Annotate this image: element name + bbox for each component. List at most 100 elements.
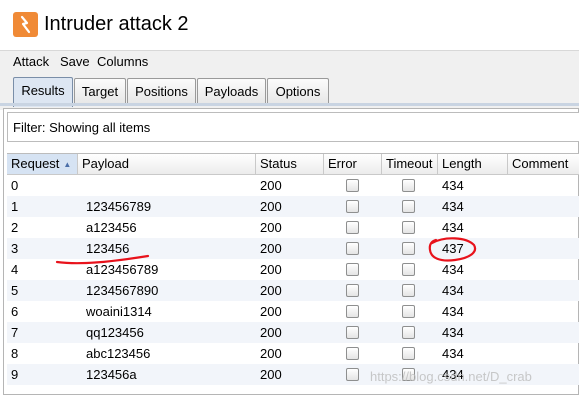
column-header-comment[interactable]: Comment <box>508 154 579 174</box>
payload-cell: 123456 <box>86 241 130 256</box>
watermark-text: https://blog.csdn.net/D_crab <box>370 369 532 384</box>
status-cell: 200 <box>260 178 282 193</box>
status-cell: 200 <box>260 262 282 277</box>
table-row[interactable]: 1 123456789 200 434 <box>7 196 579 217</box>
tab-options[interactable]: Options <box>267 78 329 105</box>
menu-attack[interactable]: Attack <box>13 54 49 70</box>
error-checkbox[interactable] <box>346 263 359 276</box>
error-checkbox[interactable] <box>346 284 359 297</box>
length-cell: 434 <box>442 178 464 193</box>
length-cell: 434 <box>442 325 464 340</box>
burp-intruder-icon <box>13 12 38 37</box>
error-checkbox[interactable] <box>346 347 359 360</box>
payload-cell: a123456789 <box>86 262 159 277</box>
request-cell: 4 <box>11 262 19 277</box>
error-checkbox[interactable] <box>346 200 359 213</box>
tab-payloads[interactable]: Payloads <box>197 78 266 105</box>
length-cell: 434 <box>442 262 464 277</box>
sort-ascending-icon: ▲ <box>63 160 72 169</box>
table-header: Request ▲ Payload Status Error Timeout Le… <box>7 154 579 175</box>
payload-cell: a123456 <box>86 220 137 235</box>
timeout-checkbox[interactable] <box>402 326 415 339</box>
request-cell: 3 <box>11 241 19 256</box>
window-titlebar: Intruder attack 2 <box>0 0 579 50</box>
length-cell: 434 <box>442 283 464 298</box>
filter-label: Filter: Showing all items <box>13 120 151 135</box>
request-cell: 1 <box>11 199 19 214</box>
timeout-checkbox[interactable] <box>402 200 415 213</box>
length-cell: 434 <box>442 199 464 214</box>
comment-cell <box>508 196 512 217</box>
status-cell: 200 <box>260 241 282 256</box>
request-cell: 5 <box>11 283 19 298</box>
error-checkbox[interactable] <box>346 179 359 192</box>
column-header-length[interactable]: Length <box>438 154 508 174</box>
column-header-label: Request <box>11 156 60 171</box>
table-row[interactable]: 2 a123456 200 434 <box>7 217 579 238</box>
request-cell: 7 <box>11 325 19 340</box>
menu-save[interactable]: Save <box>60 54 90 70</box>
payload-cell: 123456a <box>86 367 137 382</box>
status-cell: 200 <box>260 220 282 235</box>
request-cell: 6 <box>11 304 19 319</box>
error-checkbox[interactable] <box>346 305 359 318</box>
window-title: Intruder attack 2 <box>44 13 189 35</box>
error-checkbox[interactable] <box>346 221 359 234</box>
timeout-checkbox[interactable] <box>402 221 415 234</box>
error-checkbox[interactable] <box>346 326 359 339</box>
table-row[interactable]: 7 qq123456 200 434 <box>7 322 579 343</box>
timeout-checkbox[interactable] <box>402 179 415 192</box>
results-table: Request ▲ Payload Status Error Timeout Le… <box>7 153 579 395</box>
comment-cell <box>508 343 512 364</box>
payload-cell: abc123456 <box>86 346 151 361</box>
error-checkbox[interactable] <box>346 368 359 381</box>
timeout-checkbox[interactable] <box>402 263 415 276</box>
request-cell: 9 <box>11 367 19 382</box>
comment-cell <box>508 238 512 259</box>
column-header-request[interactable]: Request ▲ <box>7 154 78 174</box>
comment-cell <box>508 217 512 238</box>
table-row[interactable]: 3 123456 200 437 <box>7 238 579 259</box>
table-row[interactable]: 8 abc123456 200 434 <box>7 343 579 364</box>
comment-cell <box>508 322 512 343</box>
length-cell: 434 <box>442 220 464 235</box>
comment-cell <box>508 301 512 322</box>
comment-cell <box>508 175 512 196</box>
comment-cell <box>508 280 512 301</box>
status-cell: 200 <box>260 283 282 298</box>
table-row[interactable]: 0 200 434 <box>7 175 579 196</box>
tab-target[interactable]: Target <box>74 78 126 105</box>
timeout-checkbox[interactable] <box>402 242 415 255</box>
status-cell: 200 <box>260 199 282 214</box>
timeout-checkbox[interactable] <box>402 347 415 360</box>
payload-cell: 123456789 <box>86 199 152 214</box>
status-cell: 200 <box>260 346 282 361</box>
payload-cell: woaini1314 <box>86 304 152 319</box>
menu-columns[interactable]: Columns <box>97 54 148 70</box>
results-panel: Filter: Showing all items Request ▲ Paylo… <box>3 108 579 395</box>
status-cell: 200 <box>260 304 282 319</box>
menu-bar: Attack Save Columns <box>0 50 579 72</box>
request-cell: 8 <box>11 346 19 361</box>
table-row[interactable]: 4 a123456789 200 434 <box>7 259 579 280</box>
timeout-checkbox[interactable] <box>402 305 415 318</box>
payload-cell: 1234567890 <box>86 283 159 298</box>
column-header-error[interactable]: Error <box>324 154 382 174</box>
request-cell: 2 <box>11 220 19 235</box>
timeout-checkbox[interactable] <box>402 284 415 297</box>
length-cell: 434 <box>442 304 464 319</box>
request-cell: 0 <box>11 178 19 193</box>
column-header-payload[interactable]: Payload <box>78 154 256 174</box>
payload-cell <box>82 175 86 196</box>
tab-panel-border <box>0 103 579 106</box>
length-cell: 434 <box>442 346 464 361</box>
error-checkbox[interactable] <box>346 242 359 255</box>
column-header-timeout[interactable]: Timeout <box>382 154 438 174</box>
table-row[interactable]: 5 1234567890 200 434 <box>7 280 579 301</box>
tab-positions[interactable]: Positions <box>127 78 196 105</box>
status-cell: 200 <box>260 325 282 340</box>
payload-cell: qq123456 <box>86 325 144 340</box>
filter-bar[interactable]: Filter: Showing all items <box>7 112 579 142</box>
column-header-status[interactable]: Status <box>256 154 324 174</box>
table-row[interactable]: 6 woaini1314 200 434 <box>7 301 579 322</box>
